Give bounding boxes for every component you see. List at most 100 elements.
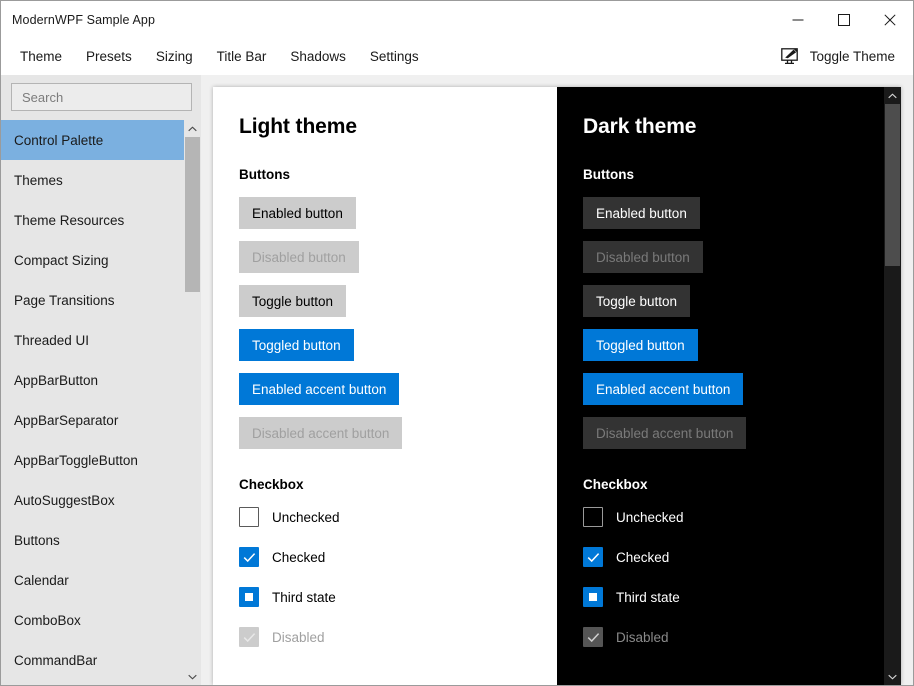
content-scrollbar[interactable]	[884, 87, 901, 685]
checkmark-icon	[243, 632, 256, 643]
scroll-down-button[interactable]	[184, 668, 201, 685]
search-input[interactable]	[22, 90, 198, 105]
toggle-theme-button[interactable]: Toggle Theme	[777, 44, 899, 70]
light-checkbox-heading: Checkbox	[239, 477, 557, 492]
light-enabled-button[interactable]: Enabled button	[239, 197, 356, 229]
sidebar: Control Palette Themes Theme Resources C…	[1, 75, 201, 685]
menu-bar: Theme Presets Sizing Title Bar Shadows S…	[1, 38, 913, 75]
scroll-down-button[interactable]	[884, 668, 901, 685]
sidebar-item-themes[interactable]: Themes	[1, 160, 201, 200]
sidebar-item-label: CommandBar	[14, 653, 97, 668]
toggle-theme-label: Toggle Theme	[810, 49, 895, 64]
sidebar-item-page-transitions[interactable]: Page Transitions	[1, 280, 201, 320]
chevron-up-icon	[188, 126, 197, 132]
checkbox-indeterminate-icon[interactable]	[583, 587, 603, 607]
checkmark-icon	[243, 552, 256, 563]
checkbox-indeterminate-icon[interactable]	[239, 587, 259, 607]
checkbox-label: Third state	[272, 590, 336, 605]
checkbox-unchecked-icon[interactable]	[583, 507, 603, 527]
dark-toggle-button[interactable]: Toggle button	[583, 285, 690, 317]
sidebar-item-label: ComboBox	[14, 613, 81, 628]
dark-checkbox-third-state[interactable]: Third state	[583, 587, 901, 607]
dark-disabled-accent-button: Disabled accent button	[583, 417, 746, 449]
dark-enabled-button[interactable]: Enabled button	[583, 197, 700, 229]
sidebar-item-autosuggestbox[interactable]: AutoSuggestBox	[1, 480, 201, 520]
content-scroll-track[interactable]	[884, 104, 901, 668]
dark-disabled-button: Disabled button	[583, 241, 703, 273]
menu-item-title-bar[interactable]: Title Bar	[206, 43, 278, 70]
close-icon	[884, 14, 896, 26]
sidebar-item-combobox[interactable]: ComboBox	[1, 600, 201, 640]
checkbox-label: Checked	[272, 550, 325, 565]
menu-item-presets[interactable]: Presets	[75, 43, 143, 70]
sidebar-item-control-palette[interactable]: Control Palette	[1, 120, 201, 160]
sidebar-item-threaded-ui[interactable]: Threaded UI	[1, 320, 201, 360]
light-buttons-heading: Buttons	[239, 167, 557, 182]
sidebar-item-label: Themes	[14, 173, 63, 188]
sidebar-item-label: Buttons	[14, 533, 60, 548]
close-button[interactable]	[867, 1, 913, 38]
sidebar-item-label: Threaded UI	[14, 333, 89, 348]
search-container	[1, 75, 201, 120]
sidebar-item-compact-sizing[interactable]: Compact Sizing	[1, 240, 201, 280]
light-buttons-group: Enabled button Disabled button Toggle bu…	[239, 197, 557, 461]
checkbox-disabled-icon	[239, 627, 259, 647]
menu-item-shadows[interactable]: Shadows	[279, 43, 357, 70]
checkbox-checked-icon[interactable]	[583, 547, 603, 567]
maximize-icon	[838, 14, 850, 26]
dark-enabled-accent-button[interactable]: Enabled accent button	[583, 373, 743, 405]
sidebar-item-buttons[interactable]: Buttons	[1, 520, 201, 560]
checkbox-label: Unchecked	[616, 510, 684, 525]
indeterminate-square	[589, 593, 597, 601]
checkbox-unchecked-icon[interactable]	[239, 507, 259, 527]
menu-item-sizing[interactable]: Sizing	[145, 43, 204, 70]
checkbox-label: Checked	[616, 550, 669, 565]
search-box[interactable]	[11, 83, 192, 111]
light-checkbox-third-state[interactable]: Third state	[239, 587, 557, 607]
sidebar-nav-list: Control Palette Themes Theme Resources C…	[1, 120, 201, 685]
light-toggled-button[interactable]: Toggled button	[239, 329, 354, 361]
menu-item-theme[interactable]: Theme	[9, 43, 73, 70]
sidebar-item-label: AutoSuggestBox	[14, 493, 115, 508]
light-pane-title: Light theme	[239, 115, 557, 139]
window-title: ModernWPF Sample App	[12, 13, 155, 27]
dark-toggled-button[interactable]: Toggled button	[583, 329, 698, 361]
checkbox-checked-icon[interactable]	[239, 547, 259, 567]
sidebar-item-appbarbutton[interactable]: AppBarButton	[1, 360, 201, 400]
title-bar: ModernWPF Sample App	[1, 1, 913, 38]
light-toggle-button[interactable]: Toggle button	[239, 285, 346, 317]
chevron-up-icon	[888, 93, 897, 99]
light-checkbox-unchecked[interactable]: Unchecked	[239, 507, 557, 527]
light-disabled-button: Disabled button	[239, 241, 359, 273]
light-enabled-accent-button[interactable]: Enabled accent button	[239, 373, 399, 405]
dark-theme-pane: Dark theme Buttons Enabled button Disabl…	[557, 87, 901, 685]
maximize-button[interactable]	[821, 1, 867, 38]
sidebar-item-label: AppBarToggleButton	[14, 453, 138, 468]
dark-checkbox-unchecked[interactable]: Unchecked	[583, 507, 901, 527]
menu-item-settings[interactable]: Settings	[359, 43, 430, 70]
sidebar-scroll-thumb[interactable]	[185, 137, 200, 292]
content-area: Light theme Buttons Enabled button Disab…	[201, 75, 913, 685]
dark-buttons-group: Enabled button Disabled button Toggle bu…	[583, 197, 901, 461]
sidebar-item-label: AppBarButton	[14, 373, 98, 388]
light-checkbox-checked[interactable]: Checked	[239, 547, 557, 567]
minimize-button[interactable]	[775, 1, 821, 38]
sidebar-item-commandbar[interactable]: CommandBar	[1, 640, 201, 680]
sidebar-item-appbartogglebutton[interactable]: AppBarToggleButton	[1, 440, 201, 480]
sidebar-item-appbarseparator[interactable]: AppBarSeparator	[1, 400, 201, 440]
scroll-up-button[interactable]	[184, 120, 201, 137]
content-scroll-thumb[interactable]	[885, 104, 900, 266]
dark-buttons-heading: Buttons	[583, 167, 901, 182]
checkmark-icon	[587, 552, 600, 563]
checkbox-label: Third state	[616, 590, 680, 605]
scroll-up-button[interactable]	[884, 87, 901, 104]
sidebar-scroll-track[interactable]	[184, 137, 201, 668]
dark-checkbox-checked[interactable]: Checked	[583, 547, 901, 567]
sidebar-item-theme-resources[interactable]: Theme Resources	[1, 200, 201, 240]
indeterminate-square	[245, 593, 253, 601]
checkbox-disabled-icon	[583, 627, 603, 647]
sidebar-item-calendar[interactable]: Calendar	[1, 560, 201, 600]
dark-checkbox-disabled: Disabled	[583, 627, 901, 647]
monitor-pen-icon	[781, 48, 801, 66]
sidebar-scrollbar[interactable]	[184, 120, 201, 685]
